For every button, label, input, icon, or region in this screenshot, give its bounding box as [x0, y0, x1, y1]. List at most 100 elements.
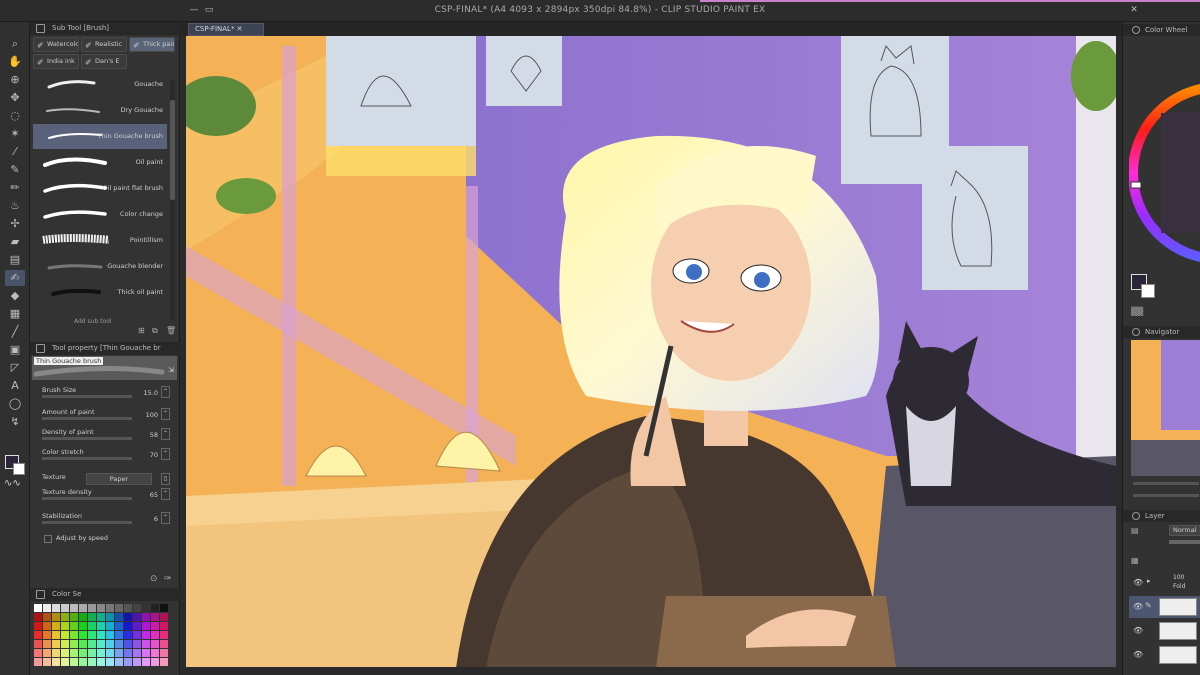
magnifier-icon[interactable]: ⌕	[5, 36, 25, 52]
brush-item-gouache-blender[interactable]: Gouache blender	[33, 254, 167, 279]
new-subtool-icon[interactable]: ⊞	[138, 326, 145, 335]
color-swatch[interactable]	[70, 649, 78, 657]
color-swatch[interactable]	[70, 640, 78, 648]
slider-track[interactable]	[42, 457, 132, 460]
sub-color-swatch[interactable]	[13, 463, 25, 475]
color-swatch[interactable]	[160, 658, 168, 666]
color-swatch[interactable]	[43, 604, 51, 612]
color-swatch[interactable]	[97, 658, 105, 666]
brush-size-row[interactable]: Brush Size 15.0 ⌃	[36, 386, 176, 404]
texture-density-row[interactable]: Texture density 65 ⌃	[36, 488, 176, 506]
color-swatch[interactable]	[97, 649, 105, 657]
fill-icon[interactable]: ◆	[5, 288, 25, 304]
tab-dans[interactable]: ✐ Dan's E	[81, 54, 127, 69]
color-swatch[interactable]	[124, 631, 132, 639]
brush-item-oil-paint-flat[interactable]: Oil paint flat brush	[33, 176, 167, 201]
color-swatch[interactable]	[43, 622, 51, 630]
subtool-scrollbar[interactable]	[170, 80, 175, 320]
slider-track[interactable]	[42, 395, 132, 398]
color-swatch[interactable]	[79, 649, 87, 657]
frame-icon[interactable]: ▣	[5, 342, 25, 358]
layer-row[interactable]: 👁	[1129, 620, 1200, 642]
color-swatch[interactable]	[79, 622, 87, 630]
eye-icon[interactable]: 👁	[1133, 602, 1143, 611]
color-swatch[interactable]	[115, 622, 123, 630]
color-swatch[interactable]	[97, 622, 105, 630]
color-swatch[interactable]	[133, 604, 141, 612]
color-swatch[interactable]	[142, 631, 150, 639]
color-swatch[interactable]	[142, 649, 150, 657]
pencil-icon[interactable]: ✏	[5, 180, 25, 196]
color-swatch[interactable]	[52, 613, 60, 621]
color-swatch[interactable]	[79, 640, 87, 648]
figure-icon[interactable]: ╱	[5, 324, 25, 340]
color-swatch[interactable]	[115, 649, 123, 657]
color-swatch[interactable]	[34, 649, 42, 657]
color-swatch[interactable]	[133, 622, 141, 630]
texture-select[interactable]: Paper	[86, 473, 152, 485]
color-swatch[interactable]	[106, 658, 114, 666]
eyedropper-icon[interactable]: ⁄	[5, 144, 25, 160]
color-swatch[interactable]	[61, 604, 69, 612]
color-swatch[interactable]	[115, 604, 123, 612]
color-swatch[interactable]	[142, 640, 150, 648]
color-swatch[interactable]	[124, 640, 132, 648]
color-swatch[interactable]	[133, 658, 141, 666]
color-swatch[interactable]	[34, 613, 42, 621]
color-swatch[interactable]	[52, 631, 60, 639]
opacity-slider[interactable]	[1169, 540, 1200, 544]
stepper[interactable]: ⌃	[161, 428, 170, 440]
menu-icon[interactable]: ⇲	[168, 366, 174, 374]
color-swatch[interactable]	[115, 658, 123, 666]
color-swatch[interactable]	[79, 613, 87, 621]
decoration-icon[interactable]: ✢	[5, 216, 25, 232]
color-swatch[interactable]	[151, 613, 159, 621]
slider-track[interactable]	[42, 497, 132, 500]
color-swatch[interactable]	[124, 622, 132, 630]
zoom-slider[interactable]	[1133, 482, 1199, 485]
color-swatch[interactable]	[79, 631, 87, 639]
color-swatch[interactable]	[61, 613, 69, 621]
copy-subtool-icon[interactable]: ⧉	[152, 326, 158, 336]
correct-line-icon[interactable]: ↯	[5, 414, 25, 430]
slider-track[interactable]	[42, 417, 132, 420]
transparent-color-icon[interactable]: ∿∿	[4, 478, 21, 489]
eraser-icon[interactable]: ▰	[5, 234, 25, 250]
color-swatch[interactable]	[61, 640, 69, 648]
scroll-thumb[interactable]	[170, 100, 175, 200]
balloon-icon[interactable]: ◯	[5, 396, 25, 412]
color-swatch[interactable]	[133, 649, 141, 657]
brush-item-thick-oil-paint[interactable]: Thick oil paint	[33, 280, 167, 305]
slider-track[interactable]	[42, 437, 132, 440]
sub-color-swatch[interactable]	[1141, 284, 1155, 298]
drawing-canvas[interactable]	[186, 36, 1116, 668]
color-swatch[interactable]	[115, 613, 123, 621]
color-swatch[interactable]	[61, 658, 69, 666]
color-swatch[interactable]	[106, 640, 114, 648]
color-swatch[interactable]	[52, 640, 60, 648]
stepper[interactable]: ⌃	[161, 408, 170, 420]
eye-icon[interactable]: 👁	[1133, 650, 1143, 659]
color-swatch[interactable]	[34, 631, 42, 639]
color-swatch[interactable]	[52, 622, 60, 630]
tab-india-ink[interactable]: ✐ India ink	[33, 54, 79, 69]
brush-item-pointillism[interactable]: Pointillism	[33, 228, 167, 253]
color-swatch[interactable]	[160, 613, 168, 621]
layer-property-icon[interactable]: ▤	[1131, 526, 1139, 535]
move-icon[interactable]: ✥	[5, 90, 25, 106]
color-swatch[interactable]	[88, 658, 96, 666]
color-swatch[interactable]	[43, 658, 51, 666]
tab-watercolor[interactable]: ✐ Watercolor	[33, 37, 79, 52]
layer-row[interactable]: 👁	[1129, 644, 1200, 666]
zoom-icon[interactable]: ⊕	[5, 72, 25, 88]
adjust-by-speed-checkbox[interactable]	[44, 535, 52, 543]
color-swatch[interactable]	[160, 631, 168, 639]
color-swatch[interactable]	[52, 604, 60, 612]
color-swatch[interactable]	[151, 658, 159, 666]
slider-track[interactable]	[42, 521, 132, 524]
tab-thick-paint[interactable]: ✐Thick paint	[129, 37, 175, 52]
brush-icon[interactable]: ✍	[5, 270, 25, 286]
transparent-color-icon[interactable]: ▒▒	[1131, 307, 1143, 316]
color-swatch[interactable]	[160, 604, 168, 612]
color-swatch[interactable]	[79, 604, 87, 612]
